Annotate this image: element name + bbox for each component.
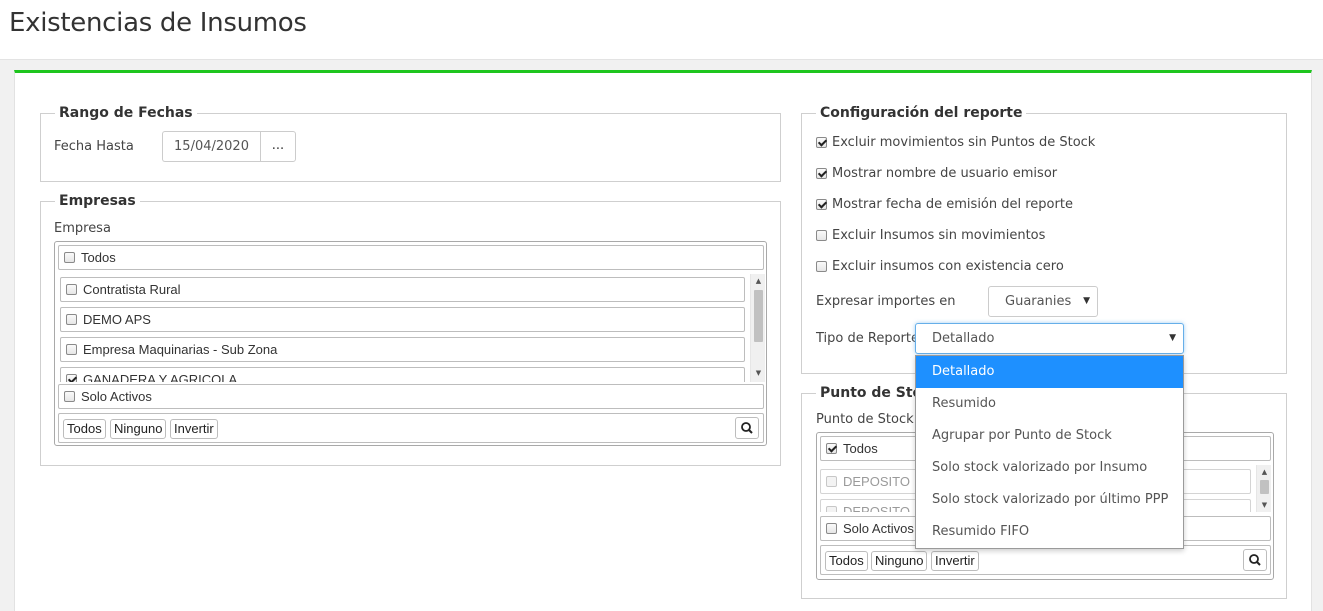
tipo-reporte-dropdown: Detallado Resumido Agrupar por Punto de … (915, 355, 1184, 549)
dropdown-option[interactable]: Resumido (916, 388, 1183, 420)
cfg-option-label: Excluir Insumos sin movimientos (832, 228, 1046, 243)
search-icon (1249, 554, 1261, 566)
dropdown-option[interactable]: Detallado (916, 356, 1183, 388)
tipo-reporte-select[interactable]: Detallado ▼ (915, 323, 1184, 354)
list-item-label: Contratista Rural (83, 282, 181, 297)
fecha-hasta-group: 15/04/2020 ... (162, 131, 296, 162)
importes-select[interactable]: Guaranies ▼ (988, 286, 1098, 317)
cfg-option-label: Excluir movimientos sin Puntos de Stock (832, 135, 1096, 150)
empresas-solo-activos-label: Solo Activos (81, 389, 152, 404)
date-picker-button[interactable]: ... (260, 131, 296, 162)
checkbox-icon[interactable] (816, 230, 827, 241)
punto-stock-label: Punto de Stock (816, 412, 914, 427)
importes-value: Guaranies (1005, 294, 1072, 309)
cfg-option-row[interactable]: Mostrar nombre de usuario emisor (816, 166, 1057, 181)
checkbox-icon[interactable] (826, 476, 837, 487)
configuracion-legend: Configuración del reporte (820, 105, 1023, 121)
tipo-reporte-value: Detallado (932, 331, 995, 346)
empresas-ninguno-button[interactable]: Ninguno (110, 419, 167, 439)
list-item-label: Empresa Maquinarias - Sub Zona (83, 342, 278, 357)
fecha-hasta-label: Fecha Hasta (54, 139, 134, 154)
punto-stock-todos-button[interactable]: Todos (825, 551, 868, 571)
empresas-legend: Empresas (59, 193, 136, 209)
scroll-thumb[interactable] (754, 290, 763, 342)
list-item-label: DEPOSITO (843, 504, 910, 512)
cfg-option-row[interactable]: Excluir movimientos sin Puntos de Stock (816, 135, 1095, 150)
scroll-down-icon[interactable]: ▼ (751, 366, 766, 380)
list-item[interactable]: Empresa Maquinarias - Sub Zona (60, 337, 745, 362)
punto-stock-ninguno-button[interactable]: Ninguno (871, 551, 928, 571)
importes-label: Expresar importes en (816, 294, 956, 309)
page-title: Existencias de Insumos (9, 8, 307, 38)
checkbox-icon[interactable] (66, 344, 77, 355)
punto-stock-search-button[interactable] (1243, 549, 1267, 571)
empresas-toolbar: Todos Ninguno Invertir (58, 413, 764, 443)
empresas-items-viewport: Contratista Rural DEMO APS Empresa Maqui… (58, 274, 766, 382)
cfg-option-row[interactable]: Excluir Insumos sin movimientos (816, 228, 1045, 243)
dropdown-option[interactable]: Agrupar por Punto de Stock (916, 420, 1183, 452)
tipo-reporte-label: Tipo de Reporte (816, 331, 919, 346)
search-icon (741, 422, 753, 434)
fecha-hasta-input[interactable]: 15/04/2020 (162, 131, 260, 162)
list-item-label: GANADERA Y AGRICOLA (83, 372, 238, 382)
list-item[interactable]: Contratista Rural (60, 277, 745, 302)
scroll-thumb[interactable] (1260, 480, 1269, 494)
empresas-todos-label: Todos (81, 250, 116, 265)
punto-stock-solo-activos-label: Solo Activos (843, 521, 914, 536)
cfg-option-row[interactable]: Mostrar fecha de emisión del reporte (816, 197, 1073, 212)
scroll-up-icon[interactable]: ▲ (1257, 465, 1272, 479)
punto-stock-todos-label: Todos (843, 441, 878, 456)
caret-down-icon: ▼ (1083, 296, 1090, 306)
page-header: Existencias de Insumos (0, 0, 1323, 60)
checkbox-checked-icon[interactable] (816, 168, 827, 179)
empresas-search-button[interactable] (735, 417, 759, 439)
checkbox-icon[interactable] (66, 284, 77, 295)
cfg-option-label: Mostrar nombre de usuario emisor (832, 166, 1058, 181)
checkbox-checked-icon[interactable] (816, 137, 827, 148)
caret-down-icon: ▼ (1169, 333, 1176, 343)
dropdown-option[interactable]: Solo stock valorizado por último PPP (916, 484, 1183, 516)
checkbox-checked-icon[interactable] (66, 374, 77, 382)
punto-stock-toolbar: Todos Ninguno Invertir (820, 545, 1271, 575)
empresas-invertir-button[interactable]: Invertir (170, 419, 218, 439)
checkbox-icon[interactable] (826, 523, 837, 534)
list-item[interactable]: DEMO APS (60, 307, 745, 332)
cfg-option-row[interactable]: Excluir insumos con existencia cero (816, 259, 1064, 274)
punto-stock-scrollbar[interactable]: ▲ ▼ (1256, 465, 1271, 512)
cfg-option-label: Excluir insumos con existencia cero (832, 259, 1064, 274)
checkbox-icon[interactable] (66, 314, 77, 325)
checkbox-icon[interactable] (64, 252, 75, 263)
scroll-up-icon[interactable]: ▲ (751, 274, 766, 288)
list-item-label: DEPOSITO (843, 474, 910, 489)
punto-stock-invertir-button[interactable]: Invertir (931, 551, 979, 571)
empresas-scrollbar[interactable]: ▲ ▼ (750, 274, 765, 382)
rango-fechas-legend: Rango de Fechas (59, 105, 193, 121)
empresas-solo-activos-row[interactable]: Solo Activos (58, 384, 764, 409)
list-item[interactable]: GANADERA Y AGRICOLA (60, 367, 745, 382)
empresa-label: Empresa (54, 221, 111, 236)
checkbox-icon[interactable] (64, 391, 75, 402)
dropdown-option[interactable]: Solo stock valorizado por Insumo (916, 452, 1183, 484)
checkbox-checked-icon[interactable] (826, 443, 837, 454)
empresas-todos-button[interactable]: Todos (63, 419, 106, 439)
checkbox-checked-icon[interactable] (816, 199, 827, 210)
checkbox-icon[interactable] (826, 506, 837, 512)
dropdown-option[interactable]: Resumido FIFO (916, 516, 1183, 548)
list-item-label: DEMO APS (83, 312, 151, 327)
checkbox-icon[interactable] (816, 261, 827, 272)
empresas-todos-row[interactable]: Todos (58, 245, 764, 270)
scroll-down-icon[interactable]: ▼ (1257, 498, 1272, 512)
rango-fechas-fieldset: Rango de Fechas (40, 105, 781, 182)
cfg-option-label: Mostrar fecha de emisión del reporte (832, 197, 1073, 212)
